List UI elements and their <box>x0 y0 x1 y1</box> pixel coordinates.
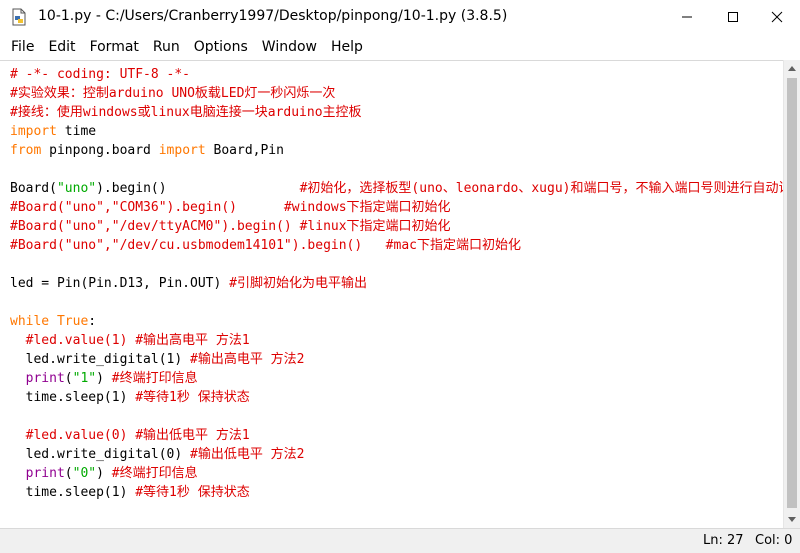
code-token-comment: #led.value(1) #输出高电平 方法1 <box>25 333 250 348</box>
code-line[interactable]: #Board("uno","COM36").begin() #windows下指… <box>10 198 783 217</box>
menu-help[interactable]: Help <box>324 34 370 60</box>
code-token-comment: #初始化，选择板型(uno、leonardo、xugu)和端口号，不输入端口号则… <box>299 181 783 196</box>
code-line[interactable]: import time <box>10 122 783 141</box>
code-line[interactable]: Board("uno").begin() #初始化，选择板型(uno、leona… <box>10 179 783 198</box>
code-token-keyword: import <box>158 143 206 158</box>
menu-options[interactable]: Options <box>187 34 255 60</box>
code-line[interactable]: while True: <box>10 312 783 331</box>
code-line[interactable]: led.write_digital(1) #输出高电平 方法2 <box>10 350 783 369</box>
code-token-plain: led.write_digital(0) <box>10 447 191 462</box>
chevron-down-icon <box>788 517 796 522</box>
code-line[interactable]: from pinpong.board import Board,Pin <box>10 141 783 160</box>
menu-file[interactable]: File <box>0 34 41 60</box>
code-line[interactable]: print("0") #终端打印信息 <box>10 464 783 483</box>
code-token-comment: #Board("uno","COM36").begin() #windows下指… <box>10 200 451 215</box>
window-title: 10-1.py - C:/Users/Cranberry1997/Desktop… <box>38 8 508 24</box>
code-token-keyword: import <box>10 124 57 139</box>
code-line[interactable]: #led.value(0) #输出低电平 方法1 <box>10 426 783 445</box>
idle-editor-window: 10-1.py - C:/Users/Cranberry1997/Desktop… <box>0 0 800 553</box>
code-token-comment: #接线：使用windows或linux电脑连接一块arduino主控板 <box>10 105 362 120</box>
close-icon <box>771 11 783 23</box>
code-token-keyword: from <box>10 143 42 158</box>
code-token-comment: # -*- coding: UTF-8 -*- <box>10 67 191 82</box>
menu-bar: File Edit Format Run Options Window Help <box>0 34 800 60</box>
code-token-plain: Board( <box>10 181 57 196</box>
code-token-string: "1" <box>72 371 97 386</box>
code-token-plain: led.write_digital(1) <box>10 352 191 367</box>
code-line[interactable] <box>10 255 783 274</box>
code-token-plain: time <box>56 124 97 139</box>
status-bar: Ln: 27 Col: 0 <box>0 528 800 553</box>
scroll-down-button[interactable] <box>784 511 800 528</box>
code-line[interactable] <box>10 407 783 426</box>
menu-format[interactable]: Format <box>83 34 146 60</box>
code-token-plain: pinpong.board <box>41 143 159 158</box>
maximize-icon <box>728 12 738 22</box>
code-token-plain: ).begin() <box>96 181 300 196</box>
code-token-keyword: True <box>56 314 89 329</box>
title-bar[interactable]: 10-1.py - C:/Users/Cranberry1997/Desktop… <box>0 0 800 34</box>
chevron-up-icon <box>788 66 796 71</box>
code-line[interactable]: led = Pin(Pin.D13, Pin.OUT) #引脚初始化为电平输出 <box>10 274 783 293</box>
code-line[interactable]: #接线：使用windows或linux电脑连接一块arduino主控板 <box>10 103 783 122</box>
code-token-builtin: print <box>25 466 65 481</box>
code-token-comment: #等待1秒 保持状态 <box>135 485 250 500</box>
code-line[interactable]: #led.value(1) #输出高电平 方法1 <box>10 331 783 350</box>
minimize-button[interactable] <box>664 0 710 34</box>
minimize-icon <box>682 16 692 18</box>
code-token-plain: time.sleep(1) <box>10 390 136 405</box>
code-token-comment: #等待1秒 保持状态 <box>135 390 250 405</box>
code-line[interactable]: time.sleep(1) #等待1秒 保持状态 <box>10 388 783 407</box>
code-token-comment: #终端打印信息 <box>111 371 198 386</box>
code-token-plain: : <box>88 314 97 329</box>
maximize-button[interactable] <box>710 0 756 34</box>
code-token-comment: #终端打印信息 <box>111 466 198 481</box>
code-line[interactable]: led.write_digital(0) #输出低电平 方法2 <box>10 445 783 464</box>
code-token-plain: ) <box>96 466 112 481</box>
status-line-number: Ln: 27 <box>703 533 744 548</box>
code-token-keyword: while <box>10 314 50 329</box>
code-line[interactable] <box>10 293 783 312</box>
code-token-builtin: print <box>25 371 65 386</box>
code-line[interactable]: #实验效果：控制arduino UNO板载LED灯一秒闪烁一次 <box>10 84 783 103</box>
code-line[interactable] <box>10 160 783 179</box>
close-button[interactable] <box>754 0 800 34</box>
code-token-plain: led = Pin(Pin.D13, Pin.OUT) <box>10 276 230 291</box>
code-token-plain: Board,Pin <box>205 143 284 158</box>
menu-edit[interactable]: Edit <box>41 34 82 60</box>
code-token-plain: ( <box>64 371 73 386</box>
status-column-number: Col: 0 <box>755 533 793 548</box>
code-editor[interactable]: # -*- coding: UTF-8 -*- #实验效果：控制arduino U… <box>0 60 783 529</box>
scroll-up-button[interactable] <box>784 60 800 77</box>
code-token-plain: ) <box>96 371 112 386</box>
menu-window[interactable]: Window <box>255 34 324 60</box>
code-token-comment: #输出高电平 方法2 <box>190 352 305 367</box>
code-line[interactable]: #Board("uno","/dev/ttyACM0").begin() #li… <box>10 217 783 236</box>
code-token-comment: #实验效果：控制arduino UNO板载LED灯一秒闪烁一次 <box>10 86 336 101</box>
code-line[interactable]: print("1") #终端打印信息 <box>10 369 783 388</box>
code-token-comment: #引脚初始化为电平输出 <box>229 276 367 291</box>
code-token-comment: #Board("uno","/dev/ttyACM0").begin() #li… <box>10 219 451 234</box>
code-line[interactable]: #Board("uno","/dev/cu.usbmodem14101").be… <box>10 236 783 255</box>
code-token-comment: #led.value(0) #输出低电平 方法1 <box>25 428 250 443</box>
vertical-scrollbar[interactable] <box>783 60 800 528</box>
code-line[interactable]: # -*- coding: UTF-8 -*- <box>10 65 783 84</box>
code-token-comment: #输出低电平 方法2 <box>190 447 305 462</box>
python-file-icon <box>10 8 28 26</box>
scroll-thumb[interactable] <box>787 78 797 508</box>
code-line[interactable]: time.sleep(1) #等待1秒 保持状态 <box>10 483 783 502</box>
menu-run[interactable]: Run <box>146 34 187 60</box>
code-token-string: "0" <box>72 466 97 481</box>
code-token-comment: #Board("uno","/dev/cu.usbmodem14101").be… <box>10 238 521 253</box>
code-token-string: "uno" <box>56 181 97 196</box>
code-token-plain: time.sleep(1) <box>10 485 136 500</box>
code-token-plain: ( <box>64 466 73 481</box>
code-text[interactable]: # -*- coding: UTF-8 -*- #实验效果：控制arduino U… <box>10 65 783 502</box>
